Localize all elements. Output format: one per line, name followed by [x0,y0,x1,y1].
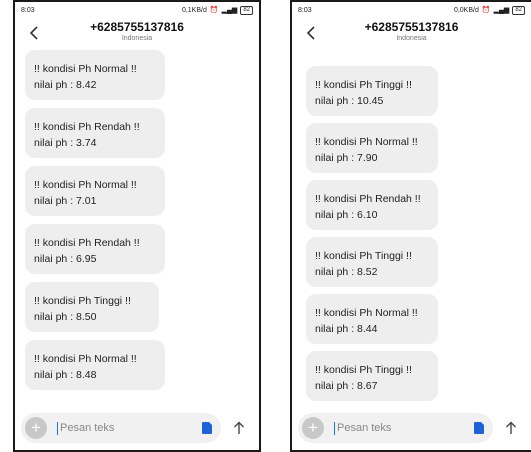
message-bubble[interactable]: !! kondisi Ph Normal !! nilai ph : 8.44 [306,294,438,344]
message-ph-value: nilai ph : 8.42 [34,79,97,91]
message-composer: + [15,406,259,450]
message-status: !! kondisi Ph Rendah !! [34,121,140,133]
plus-icon: + [31,418,41,437]
sim-select-button[interactable] [199,420,215,436]
message-ph-value: nilai ph : 8.67 [315,380,378,392]
phone-screen-left: 8:03 0,1KB/d ⏰ ▂▄▆ 82 +6285755137816 Ind… [13,0,261,452]
message-ph-value: nilai ph : 3.74 [34,137,97,149]
message-bubble[interactable]: !! kondisi Ph Tinggi !! nilai ph : 8.50 [25,282,159,332]
message-status: !! kondisi Ph Tinggi !! [34,295,131,307]
message-status: !! kondisi Ph Tinggi !! [315,364,412,376]
message-status: !! kondisi Ph Rendah !! [315,193,421,205]
conversation-header: +6285755137816 Indonesia [15,18,259,46]
message-bubble[interactable]: !! kondisi Ph Normal !! nilai ph : 7.01 [25,166,165,216]
contact-number: +6285755137816 [90,20,184,34]
network-speed: 0,1KB/d [181,6,207,14]
phone-screen-right: 8:03 0,0KB/d ⏰ ▂▄▆ 82 +6285755137816 Ind… [290,0,531,452]
back-button[interactable] [300,22,322,44]
message-ph-value: nilai ph : 10.45 [315,95,384,107]
message-input[interactable] [337,422,427,434]
message-ph-value: nilai ph : 8.50 [34,311,97,323]
message-bubble[interactable]: !! kondisi Ph Rendah !! nilai ph : 6.10 [306,180,438,230]
plus-icon: + [308,418,318,437]
contact-number: +6285755137816 [364,20,459,34]
message-bubble[interactable]: !! kondisi Ph Tinggi !! nilai ph : 10.45 [306,66,438,116]
alarm-icon: ⏰ [209,7,219,14]
sim-card-icon [474,422,484,434]
status-bar: 8:03 0,1KB/d ⏰ ▂▄▆ 82 [15,2,259,18]
conversation-header: +6285755137816 Indonesia [292,18,531,46]
send-button[interactable] [225,413,253,443]
contact-country: Indonesia [396,35,427,42]
composer-pill: + [298,413,493,443]
message-bubble[interactable]: !! kondisi Ph Rendah !! nilai ph : 3.74 [25,108,165,158]
sim-select-button[interactable] [471,420,487,436]
battery-icon: 82 [240,5,253,15]
message-status: !! kondisi Ph Normal !! [34,63,137,75]
composer-pill: + [21,413,221,443]
message-bubble[interactable]: !! kondisi Ph Normal !! nilai ph : 8.48 [25,340,165,390]
message-status: !! kondisi Ph Normal !! [315,136,418,148]
add-attachment-button[interactable]: + [25,417,47,439]
add-attachment-button[interactable]: + [302,417,324,439]
text-cursor [334,421,335,435]
message-bubble[interactable]: !! kondisi Ph Rendah !! nilai ph : 6.95 [25,224,165,274]
message-input[interactable] [60,422,150,434]
message-bubble[interactable]: !! kondisi Ph Normal !! nilai ph : 8.42 [25,50,165,100]
arrow-left-icon [306,26,315,40]
message-ph-value: nilai ph : 7.90 [315,152,378,164]
sim-card-icon [202,422,212,434]
message-composer: + [292,406,531,450]
status-bar: 8:03 0,0KB/d ⏰ ▂▄▆ 82 [292,2,531,18]
message-status: !! kondisi Ph Rendah !! [34,237,140,249]
message-status: !! kondisi Ph Tinggi !! [315,250,412,262]
message-list: !! kondisi Ph Tinggi !! nilai ph : 10.45… [292,66,531,406]
message-ph-value: nilai ph : 7.01 [34,195,97,207]
text-cursor [57,421,58,435]
send-button[interactable] [497,413,525,443]
alarm-icon: ⏰ [481,7,491,14]
network-speed: 0,0KB/d [453,6,479,14]
message-bubble[interactable]: !! kondisi Ph Tinggi !! nilai ph : 8.67 [306,351,438,401]
message-status: !! kondisi Ph Normal !! [34,353,137,365]
message-ph-value: nilai ph : 6.10 [315,209,378,221]
message-ph-value: nilai ph : 6.95 [34,253,97,265]
message-ph-value: nilai ph : 8.44 [315,323,378,335]
status-time: 8:03 [298,6,312,14]
signal-icon: ▂▄▆ [493,7,510,14]
message-status: !! kondisi Ph Normal !! [34,179,137,191]
message-bubble[interactable]: !! kondisi Ph Tinggi !! nilai ph : 8.52 [306,237,438,287]
contact-country: Indonesia [121,35,153,42]
arrow-up-icon [234,421,244,434]
message-status: !! kondisi Ph Tinggi !! [315,79,412,91]
arrow-up-icon [506,421,516,434]
message-ph-value: nilai ph : 8.52 [315,266,378,278]
back-button[interactable] [23,22,45,44]
message-bubble[interactable]: !! kondisi Ph Normal !! nilai ph : 7.90 [306,123,438,173]
status-time: 8:03 [21,6,35,14]
message-list: !! kondisi Ph Normal !! nilai ph : 8.42 … [15,50,259,406]
message-ph-value: nilai ph : 8.48 [34,369,97,381]
message-status: !! kondisi Ph Normal !! [315,307,418,319]
arrow-left-icon [29,26,38,40]
signal-icon: ▂▄▆ [221,7,238,14]
battery-icon: 82 [512,5,525,15]
